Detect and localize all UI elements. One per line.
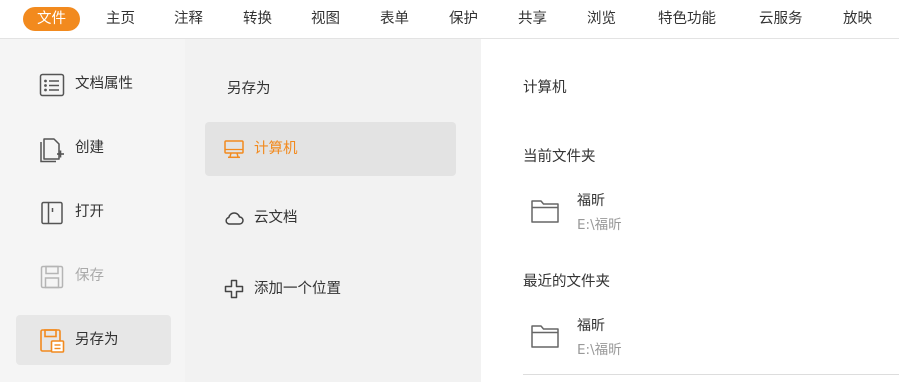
nav-label: 文档属性 [75,76,133,92]
nav-label: 保存 [75,268,104,284]
menu-special-features[interactable]: 特色功能 [658,7,716,31]
document-properties-icon [39,73,65,97]
nav-document-properties[interactable]: 文档属性 [16,59,171,109]
save-as-icon [40,329,65,353]
panel-title: 计算机 [523,80,567,96]
folder-icon [531,325,559,348]
location-label: 云文档 [254,210,298,226]
menu-protect[interactable]: 保护 [449,7,478,31]
menu-home[interactable]: 主页 [106,7,135,31]
menu-convert[interactable]: 转换 [243,7,272,31]
location-computer[interactable]: 计算机 [205,122,456,176]
create-document-icon [40,138,64,163]
location-label: 添加一个位置 [254,281,341,297]
menu-form[interactable]: 表单 [380,7,409,31]
file-left-nav: 文档属性 创建 打开 保存 另存为 [0,39,185,382]
nav-label: 另存为 [75,332,119,348]
recent-folder-item[interactable]: 福昕 E:\福昕 [523,312,899,366]
nav-label: 创建 [75,140,104,156]
menu-slideshow[interactable]: 放映 [843,7,872,31]
recent-folders-heading: 最近的文件夹 [523,274,610,290]
save-as-title: 另存为 [227,81,271,97]
nav-save-as[interactable]: 另存为 [16,315,171,365]
location-add-place[interactable]: 添加一个位置 [205,262,456,316]
current-folder-heading: 当前文件夹 [523,149,596,165]
open-book-icon [41,201,63,225]
divider [523,374,899,375]
plus-icon [224,279,244,299]
folder-path: E:\福昕 [577,217,622,233]
computer-icon [224,140,244,159]
folder-name: 福昕 [577,318,605,334]
menu-file[interactable]: 文件 [23,7,80,31]
location-cloud-documents[interactable]: 云文档 [205,191,456,245]
menu-share[interactable]: 共享 [518,7,547,31]
folder-name: 福昕 [577,193,605,209]
cloud-icon [225,212,244,225]
menu-annotate[interactable]: 注释 [174,7,203,31]
nav-label: 打开 [75,204,104,220]
menu-view[interactable]: 视图 [311,7,340,31]
nav-save[interactable]: 保存 [16,251,171,301]
computer-folders-panel: 计算机 当前文件夹 福昕 E:\福昕 最近的文件夹 福昕 E:\福昕 [481,39,899,382]
current-folder-item[interactable]: 福昕 E:\福昕 [523,187,899,241]
folder-icon [531,200,559,223]
folder-path: E:\福昕 [577,342,622,358]
save-icon [40,265,64,289]
nav-create[interactable]: 创建 [16,123,171,173]
menu-cloud-services[interactable]: 云服务 [759,7,803,31]
menu-browse[interactable]: 浏览 [587,7,616,31]
nav-open[interactable]: 打开 [16,187,171,237]
location-label: 计算机 [254,141,298,157]
ribbon-menu-bar: 文件 主页 注释 转换 视图 表单 保护 共享 浏览 特色功能 云服务 放映 [0,0,899,39]
save-as-locations-panel: 另存为 计算机 云文档 添加一个位置 [185,39,481,382]
